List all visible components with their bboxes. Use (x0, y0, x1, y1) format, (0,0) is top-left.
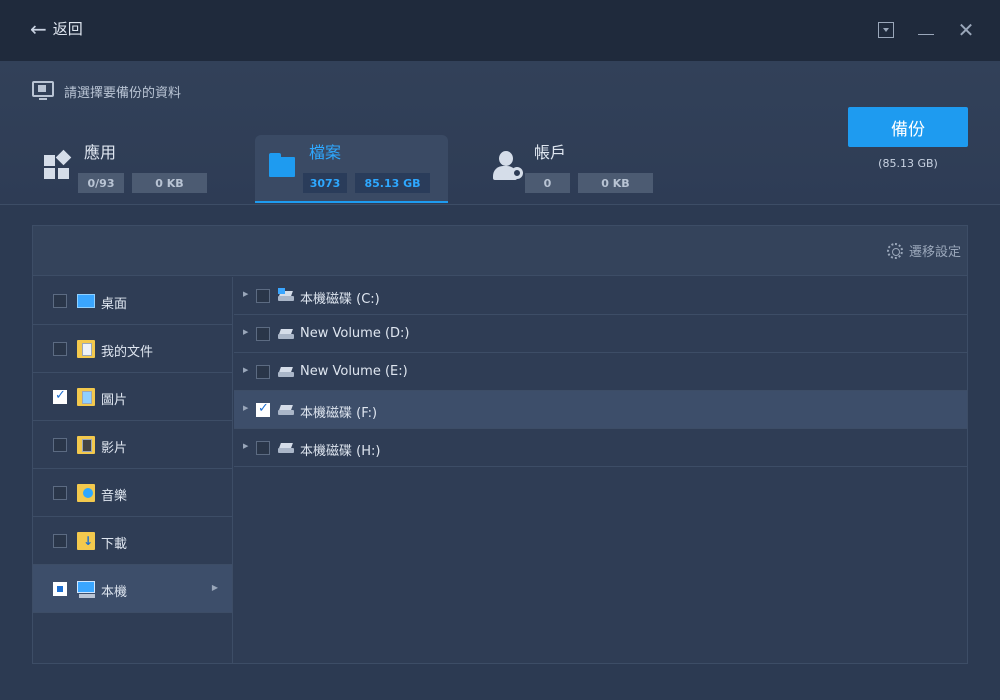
dropdown-menu-button[interactable] (876, 20, 896, 40)
tab-files-title: 檔案 (309, 143, 342, 162)
tab-files-count: 3073 (303, 173, 347, 193)
checkbox[interactable] (256, 289, 270, 303)
drive-label: New Volume (E:) (300, 364, 408, 379)
folder-item-label: 影片 (101, 441, 128, 456)
tab-apps-count: 0/93 (78, 173, 124, 193)
folder-item-this-pc[interactable]: 本機 ▶ (33, 565, 232, 613)
drive-label: New Volume (D:) (300, 326, 410, 341)
folder-icon (267, 151, 297, 181)
folder-item-desktop[interactable]: 桌面 (33, 277, 232, 325)
tab-apps[interactable]: 應用 0/93 0 KB (30, 135, 220, 203)
documents-folder-icon (77, 340, 95, 358)
folder-item-label: 音樂 (101, 489, 128, 504)
expand-arrow-icon[interactable]: ▶ (243, 366, 248, 374)
prompt-text: 請選擇要備份的資料 (64, 85, 182, 101)
tab-accounts-title: 帳戶 (534, 143, 567, 162)
folder-item-label: 桌面 (101, 297, 128, 312)
tab-files[interactable]: 檔案 3073 85.13 GB (255, 135, 448, 203)
expand-arrow-icon[interactable]: ▶ (243, 328, 248, 336)
drive-icon (278, 329, 294, 339)
expand-arrow-icon[interactable]: ▶ (243, 442, 248, 450)
user-settings-icon (492, 151, 523, 181)
folder-item-downloads[interactable]: ↓ 下載 (33, 517, 232, 565)
drive-row-h[interactable]: ▶ 本機磁碟 (H:) (234, 429, 967, 467)
folder-item-videos[interactable]: 影片 (33, 421, 232, 469)
drive-row-d[interactable]: ▶ New Volume (D:) (234, 315, 967, 353)
checkbox[interactable] (53, 294, 67, 308)
videos-folder-icon (77, 436, 95, 454)
drive-list: ▶ 本機磁碟 (C:) ▶ New Volume (D:) ▶ New Volu… (234, 277, 967, 663)
tab-apps-title: 應用 (84, 143, 117, 162)
checkbox[interactable] (256, 365, 270, 379)
checkbox-partial[interactable] (53, 582, 67, 596)
drive-label: 本機磁碟 (C:) (300, 292, 380, 307)
chevron-right-icon: ▶ (211, 583, 218, 592)
prompt: 請選擇要備份的資料 (32, 81, 181, 101)
computer-icon (77, 580, 95, 598)
system-drive-icon (278, 288, 294, 301)
desktop-icon (77, 294, 95, 308)
tab-accounts-count: 0 (525, 173, 570, 193)
tab-accounts-size: 0 KB (578, 173, 653, 193)
close-icon: ✕ (957, 18, 975, 42)
drive-icon (278, 367, 294, 377)
drive-icon (278, 405, 294, 415)
migrate-settings-label: 遷移設定 (908, 245, 961, 260)
back-label: 返回 (52, 20, 83, 38)
drive-label: 本機磁碟 (H:) (300, 444, 381, 459)
checkbox[interactable] (53, 438, 67, 452)
expand-arrow-icon[interactable]: ▶ (243, 404, 248, 412)
minimize-icon (918, 33, 934, 35)
folder-list: 桌面 我的文件 圖片 影片 音樂 ↓ 下載 (33, 277, 233, 663)
close-button[interactable]: ✕ (956, 18, 976, 42)
folder-item-label: 我的文件 (101, 345, 154, 360)
checkbox-checked[interactable] (256, 401, 270, 417)
backup-button[interactable]: 備份 (848, 107, 968, 147)
arrow-left-icon: ← (30, 16, 47, 41)
folder-item-label: 下載 (101, 537, 128, 552)
checkbox[interactable] (53, 534, 67, 548)
drive-label: 本機磁碟 (F:) (300, 406, 378, 421)
dropdown-icon (878, 22, 894, 38)
drive-row-f[interactable]: ▶ 本機磁碟 (F:) (234, 391, 967, 429)
folder-item-documents[interactable]: 我的文件 (33, 325, 232, 373)
drive-row-e[interactable]: ▶ New Volume (E:) (234, 353, 967, 391)
checkbox[interactable] (256, 327, 270, 341)
header-panel: 請選擇要備份的資料 應用 0/93 0 KB 檔案 3073 85.13 GB … (0, 61, 1000, 205)
checkbox-checked[interactable] (53, 388, 67, 404)
tab-files-size: 85.13 GB (355, 173, 430, 193)
music-folder-icon (77, 484, 95, 502)
monitor-icon (32, 81, 54, 101)
drive-icon (278, 443, 294, 453)
folder-item-pictures[interactable]: 圖片 (33, 373, 232, 421)
downloads-folder-icon: ↓ (77, 532, 95, 550)
tab-accounts[interactable]: 帳戶 0 0 KB (480, 135, 670, 203)
title-bar: ← 返回 ✕ (0, 0, 1000, 61)
folder-item-label: 本機 (101, 585, 128, 600)
tab-apps-size: 0 KB (132, 173, 207, 193)
back-button[interactable]: ← 返回 (30, 18, 83, 39)
folder-item-music[interactable]: 音樂 (33, 469, 232, 517)
gear-icon (886, 242, 903, 259)
minimize-button[interactable] (916, 20, 936, 40)
drive-row-c[interactable]: ▶ 本機磁碟 (C:) (234, 277, 967, 315)
content-panel: 遷移設定 桌面 我的文件 圖片 影片 音樂 (32, 225, 968, 664)
checkbox[interactable] (256, 441, 270, 455)
checkbox[interactable] (53, 486, 67, 500)
migrate-settings-button[interactable]: 遷移設定 (886, 241, 961, 260)
backup-size: (85.13 GB) (878, 157, 938, 170)
folder-item-label: 圖片 (101, 393, 128, 408)
expand-arrow-icon[interactable]: ▶ (243, 290, 248, 298)
pictures-folder-icon (77, 388, 95, 406)
apps-icon (42, 149, 72, 181)
checkbox[interactable] (53, 342, 67, 356)
content-toolbar: 遷移設定 (33, 226, 967, 276)
